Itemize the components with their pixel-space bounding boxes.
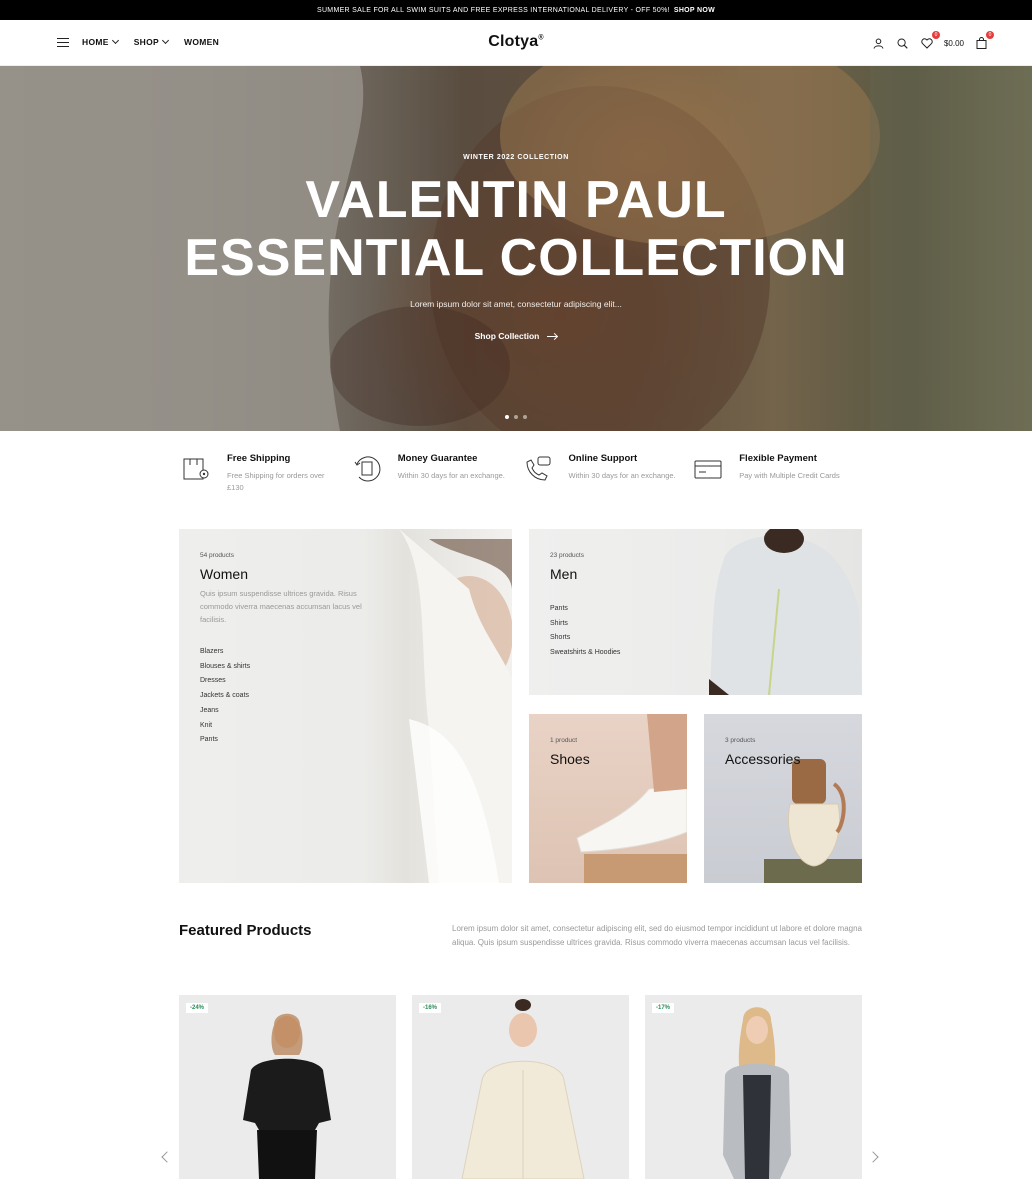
- product-image: [723, 1007, 791, 1179]
- category-name: Men: [550, 566, 578, 582]
- account-icon[interactable]: [872, 36, 886, 50]
- hero-banner: WINTER 2022 COLLECTION VALENTIN PAUL ESS…: [0, 66, 1032, 431]
- category-link[interactable]: Jackets & coats: [200, 689, 250, 704]
- hero-eyebrow: WINTER 2022 COLLECTION: [463, 154, 569, 161]
- feature-title: Free Shipping: [227, 453, 291, 464]
- cart-total[interactable]: $0.00: [944, 39, 964, 48]
- product-image: [461, 999, 585, 1179]
- feature-free-shipping: Free Shipping Free Shipping for orders o…: [179, 452, 350, 494]
- hero-title-line1: VALENTIN PAUL: [305, 171, 727, 229]
- wishlist-icon[interactable]: 0: [920, 31, 940, 50]
- announcement-text: SUMMER SALE FOR ALL SWIM SUITS AND FREE …: [316, 6, 670, 14]
- feature-title: Flexible Payment: [739, 453, 817, 464]
- category-name: Accessories: [725, 751, 801, 767]
- money-refresh-icon: [354, 456, 381, 482]
- wishlist-count-badge: 0: [931, 31, 940, 39]
- discount-badge: -24%: [186, 1003, 209, 1013]
- chevron-right-icon[interactable]: [867, 1151, 879, 1163]
- category-link[interactable]: Jeans: [200, 704, 250, 719]
- category-link[interactable]: Pants: [550, 602, 620, 617]
- feature-text: Within 30 days for an exchange.: [397, 471, 505, 480]
- product-card[interactable]: -17%: [645, 995, 862, 1179]
- slide-dot-2[interactable]: [514, 415, 518, 419]
- arrow-right-icon: [547, 335, 558, 337]
- category-men[interactable]: 23 products Men Pants Shirts Shorts Swea…: [529, 529, 862, 695]
- feature-strip: Free Shipping Free Shipping for orders o…: [179, 452, 862, 494]
- featured-products-title: Featured Products: [179, 922, 312, 939]
- hero-title: VALENTIN PAUL ESSENTIAL COLLECTION: [0, 171, 1032, 287]
- category-link[interactable]: Pants: [200, 733, 250, 748]
- feature-money-guarantee: Money Guarantee Within 30 days for an ex…: [350, 452, 521, 494]
- box-location-icon: [183, 458, 209, 480]
- slide-dot-1[interactable]: [505, 415, 509, 419]
- hero-description: Lorem ipsum dolor sit amet, consectetur …: [410, 299, 622, 309]
- cart-count-badge: 0: [986, 31, 994, 39]
- category-count: 54 products: [200, 552, 234, 559]
- shop-now-link[interactable]: SHOP NOW: [674, 7, 715, 14]
- announcement-bar: SUMMER SALE FOR ALL SWIM SUITS AND FREE …: [0, 0, 1032, 20]
- category-link[interactable]: Shorts: [550, 631, 620, 646]
- feature-flexible-payment: Flexible Payment Pay with Multiple Credi…: [691, 452, 862, 494]
- chevron-left-icon[interactable]: [161, 1151, 173, 1163]
- site-header: HOME SHOP WOMEN Clotya® 0 $0.00 0: [0, 20, 1032, 66]
- product-card[interactable]: -24%: [179, 995, 396, 1179]
- category-link[interactable]: Knit: [200, 719, 250, 734]
- category-links: Pants Shirts Shorts Sweatshirts & Hoodie…: [550, 602, 620, 661]
- hero-content: WINTER 2022 COLLECTION VALENTIN PAUL ESS…: [0, 66, 1032, 344]
- category-women[interactable]: 54 products Women Quis ipsum suspendisse…: [179, 529, 512, 883]
- category-description: Quis ipsum suspendisse ultrices gravida.…: [200, 589, 362, 624]
- category-links: Blazers Blouses & shirts Dresses Jackets…: [200, 645, 250, 748]
- feature-text: Pay with Multiple Credit Cards: [739, 471, 840, 480]
- feature-online-support: Online Support Within 30 days for an exc…: [521, 452, 692, 494]
- shop-collection-button[interactable]: Shop Collection: [475, 331, 558, 341]
- shop-collection-label: Shop Collection: [474, 331, 540, 341]
- feature-title: Online Support: [568, 453, 638, 464]
- product-card[interactable]: -16%: [412, 995, 629, 1179]
- category-name: Women: [200, 566, 248, 582]
- category-link[interactable]: Blazers: [200, 645, 250, 660]
- logo-mark: ®: [538, 34, 544, 42]
- feature-text: Within 30 days for an exchange.: [568, 471, 676, 480]
- category-link[interactable]: Shirts: [550, 617, 620, 632]
- category-count: 1 product: [550, 737, 578, 744]
- search-icon[interactable]: [896, 36, 910, 50]
- category-shoes[interactable]: 1 product Shoes: [529, 714, 687, 883]
- hero-pagination: [0, 415, 1032, 419]
- category-name: Shoes: [550, 751, 590, 767]
- featured-products-description: Lorem ipsum dolor sit amet, consectetur …: [452, 924, 862, 947]
- discount-badge: -17%: [652, 1003, 675, 1013]
- cart-icon[interactable]: 0: [974, 31, 994, 50]
- hero-title-line2: ESSENTIAL COLLECTION: [184, 229, 848, 287]
- product-image: [243, 1013, 331, 1179]
- feature-title: Money Guarantee: [397, 453, 478, 464]
- logo-text: Clotya: [488, 33, 539, 50]
- slide-dot-3[interactable]: [523, 415, 527, 419]
- category-count: 23 products: [550, 552, 584, 559]
- phone-support-icon: [525, 456, 550, 481]
- feature-text: Free Shipping for orders over £130: [227, 471, 325, 492]
- category-link[interactable]: Dresses: [200, 674, 250, 689]
- category-accessories[interactable]: 3 products Accessories: [704, 714, 862, 883]
- category-link[interactable]: Blouses & shirts: [200, 660, 250, 675]
- header-actions: 0 $0.00 0: [872, 31, 994, 50]
- credit-card-icon: [694, 460, 722, 479]
- category-count: 3 products: [725, 737, 756, 744]
- category-link[interactable]: Sweatshirts & Hoodies: [550, 646, 620, 661]
- discount-badge: -16%: [419, 1003, 442, 1013]
